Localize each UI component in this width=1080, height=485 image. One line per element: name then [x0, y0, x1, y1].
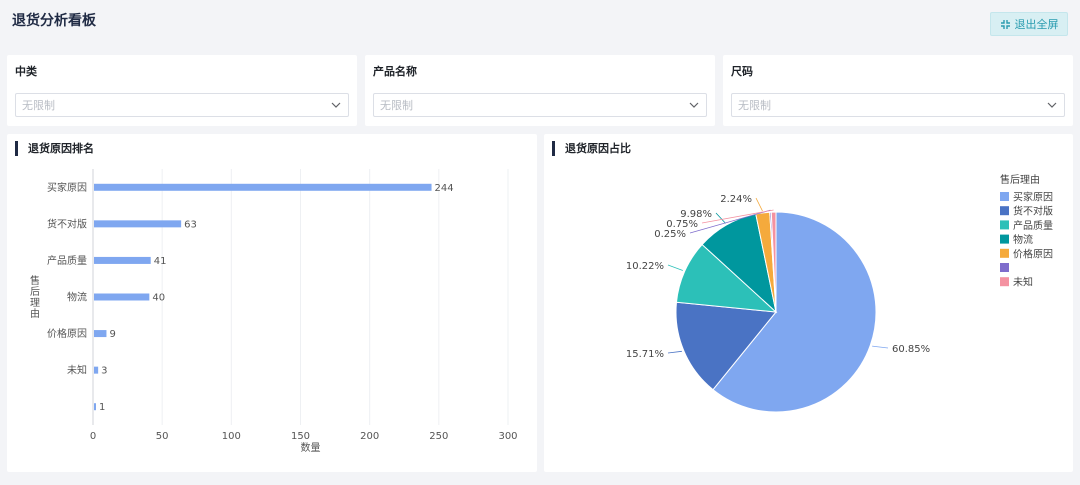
bar-value-label: 63: [184, 219, 197, 230]
legend-label: 货不对版: [1013, 205, 1053, 218]
filter-placeholder: 无限制: [22, 99, 55, 112]
x-axis-label: 数量: [301, 441, 321, 454]
legend-label: 价格原因: [1013, 247, 1053, 260]
filter-select-category[interactable]: 无限制: [15, 93, 349, 117]
y-tick-label: 买家原因: [47, 181, 87, 194]
bar: [94, 220, 182, 228]
chevron-down-icon: [1047, 102, 1057, 108]
pie-chart: 60.85%15.71%10.22%9.98%2.24%0.25%0.75%售后…: [626, 173, 1053, 413]
y-tick-label: 货不对版: [47, 217, 87, 230]
filter-card-category: 中类 无限制: [7, 55, 357, 126]
y-tick-label: 价格原因: [47, 327, 87, 340]
legend-swatch: [1000, 277, 1009, 287]
legend-label: 买家原因: [1013, 191, 1053, 204]
filter-card-size: 尺码 无限制: [723, 55, 1073, 126]
x-tick-label: 0: [90, 431, 96, 442]
x-tick-label: 300: [498, 431, 517, 442]
filter-card-product-name: 产品名称 无限制: [365, 55, 715, 126]
y-tick-label: 物流: [67, 291, 87, 304]
legend-title: 售后理由: [1000, 173, 1040, 186]
bar: [94, 183, 432, 191]
x-tick-label: 150: [291, 431, 310, 442]
legend-label: 产品质量: [1013, 219, 1053, 232]
y-tick-label: 未知: [67, 364, 87, 377]
bar-chart: 0 50 100 150 200 250 300 数量 售后理由 244 买家原因 63 货不对版 41 产…: [30, 169, 518, 454]
legend-swatch: [1000, 206, 1009, 216]
bar-value-label: 41: [154, 256, 167, 267]
chevron-down-icon: [331, 102, 341, 108]
legend-label: 物流: [1013, 233, 1033, 246]
page-title: 退货分析看板: [12, 13, 96, 29]
dashboard-page: 退货分析看板 退出全屏 中类 无限制 产品名称 无限制 尺码 无限制 退货原因排…: [0, 0, 1080, 485]
y-tick-label: 产品质量: [47, 254, 87, 267]
x-tick-label: 50: [156, 431, 169, 442]
pie-slice-label: 0.25%: [654, 229, 686, 240]
pie-slice-label: 60.85%: [892, 344, 930, 355]
legend-swatch: [1000, 192, 1009, 201]
pie-leader-line: [667, 264, 683, 271]
legend-swatch: [1000, 220, 1009, 230]
pie-leader-line: [755, 197, 763, 212]
pie-slice-label: 10.22%: [626, 261, 664, 272]
pie-chart-card: 退货原因占比 60.85% 15.71% 10.22% 9.98% 2.24% 0.25%…: [544, 134, 1073, 472]
bar-value-label: 1: [99, 402, 105, 413]
legend-swatch: [1000, 263, 1009, 272]
bar-value-label: 40: [152, 293, 165, 304]
bar: [94, 403, 96, 411]
bar-value-label: 9: [109, 329, 115, 340]
exit-fullscreen-button[interactable]: 退出全屏: [990, 12, 1068, 36]
filter-select-size[interactable]: 无限制: [731, 93, 1065, 117]
pie-leader-line: [715, 212, 726, 224]
bar: [94, 366, 99, 374]
pie-slice-label: 2.24%: [720, 194, 752, 205]
filter-label-size: 尺码: [731, 65, 753, 78]
pie-slice-label: 0.75%: [666, 219, 698, 230]
y-axis-label: 售后理由: [30, 274, 40, 320]
bar-value-label: 3: [101, 366, 107, 377]
bar-chart-card: 退货原因排名 0 50 100 150 200 250 300 数量 售后理由 244 买家原因 63…: [7, 134, 537, 472]
chevron-down-icon: [689, 102, 699, 108]
pie-leader-line: [872, 345, 889, 349]
legend-label: 未知: [1013, 276, 1033, 289]
x-tick-label: 100: [222, 431, 241, 442]
pie-leader-line: [667, 350, 682, 354]
filter-placeholder: 无限制: [380, 99, 413, 112]
x-tick-label: 250: [429, 431, 448, 442]
bar: [94, 330, 107, 338]
legend-swatch: [1000, 248, 1009, 258]
filter-label-product-name: 产品名称: [373, 65, 417, 78]
bar: [94, 256, 151, 264]
exit-fullscreen-icon: [1000, 19, 1010, 29]
bar-value-label: 244: [435, 183, 454, 194]
exit-fullscreen-label: 退出全屏: [1014, 18, 1059, 31]
filter-select-product-name[interactable]: 无限制: [373, 93, 707, 117]
x-tick-label: 200: [360, 431, 379, 442]
legend-swatch: [1000, 234, 1009, 244]
filter-placeholder: 无限制: [738, 99, 771, 112]
pie-slice-label: 15.71%: [626, 349, 664, 360]
bar: [94, 293, 150, 301]
filter-label-category: 中类: [15, 65, 37, 78]
